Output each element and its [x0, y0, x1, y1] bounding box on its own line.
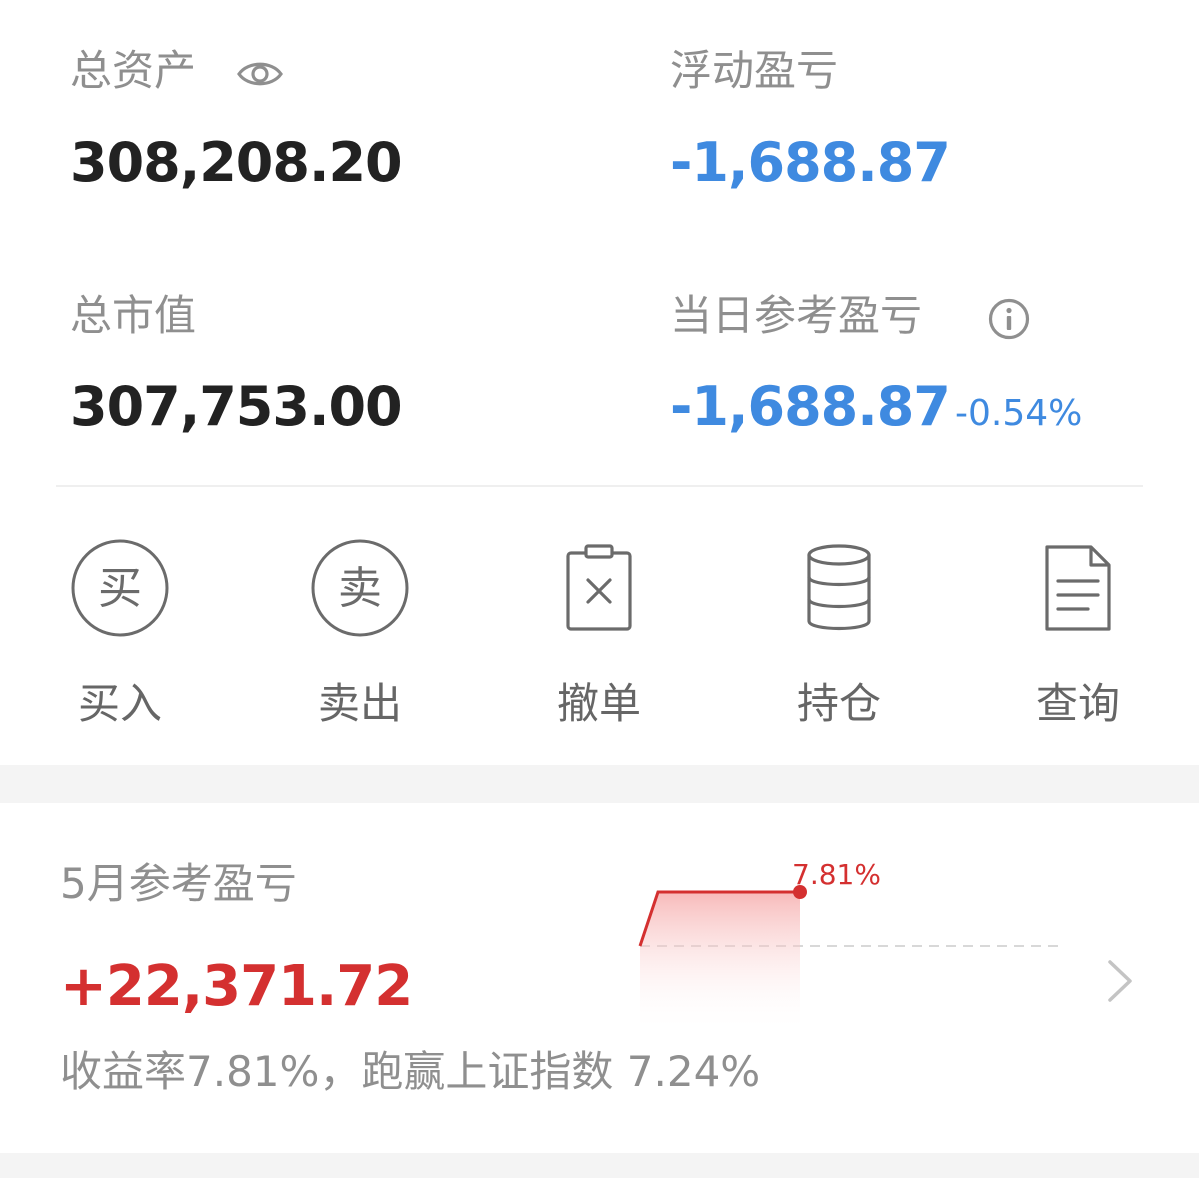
- daily-pl-value: -1,688.87: [670, 375, 951, 438]
- buy-label: 买入: [77, 679, 162, 728]
- market-value-value: 307,753.00: [70, 375, 403, 438]
- cancel-order-icon: [548, 537, 650, 639]
- floating-pl-label: 浮动盈亏: [670, 46, 839, 95]
- buy-button[interactable]: 买 买入: [0, 487, 240, 765]
- chevron-right-icon: [1108, 960, 1132, 1002]
- chart-label: 7.81%: [792, 858, 881, 891]
- sell-label: 卖出: [317, 679, 402, 728]
- monthly-description: 收益率7.81%，跑赢上证指数 7.24%: [60, 1047, 761, 1096]
- info-icon[interactable]: [987, 297, 1031, 341]
- section-gap: [0, 765, 1199, 803]
- daily-pl-percent: -0.54%: [955, 393, 1083, 434]
- chart-area: [640, 892, 800, 1033]
- svg-text:买: 买: [98, 563, 142, 614]
- query-icon: [1027, 537, 1129, 639]
- total-assets-value: 308,208.20: [70, 131, 403, 194]
- asset-summary: 总资产 308,208.20 浮动盈亏 -1,688.87 总市值 307,75…: [0, 0, 1199, 487]
- monthly-value: +22,371.72: [60, 954, 413, 1019]
- sell-button[interactable]: 卖 卖出: [240, 487, 480, 765]
- monthly-chart: 7.81%: [638, 858, 1060, 1033]
- eye-icon[interactable]: [236, 58, 284, 90]
- total-assets-label: 总资产: [70, 46, 197, 95]
- bottom-gap: [0, 1153, 1199, 1178]
- daily-pl-label: 当日参考盈亏: [670, 291, 923, 340]
- monthly-pl-card[interactable]: 5月参考盈亏 +22,371.72 收益率7.81%，跑赢上证指数 7.24% …: [0, 803, 1199, 1153]
- buy-icon: 买: [69, 537, 171, 639]
- query-label: 查询: [1035, 679, 1120, 728]
- position-button[interactable]: 持仓: [719, 487, 959, 765]
- monthly-title: 5月参考盈亏: [60, 859, 297, 908]
- cancel-order-button[interactable]: 撤单: [479, 487, 719, 765]
- cancel-order-label: 撤单: [556, 679, 641, 728]
- svg-text:卖: 卖: [338, 563, 382, 614]
- position-label: 持仓: [796, 679, 881, 728]
- sell-icon: 卖: [309, 537, 411, 639]
- floating-pl-value: -1,688.87: [670, 131, 951, 194]
- query-button[interactable]: 查询: [958, 487, 1198, 765]
- trade-actions: 买 买入 卖 卖出 撤单 持仓 查询: [0, 487, 1199, 765]
- position-icon: [788, 537, 890, 639]
- market-value-label: 总市值: [70, 291, 197, 340]
